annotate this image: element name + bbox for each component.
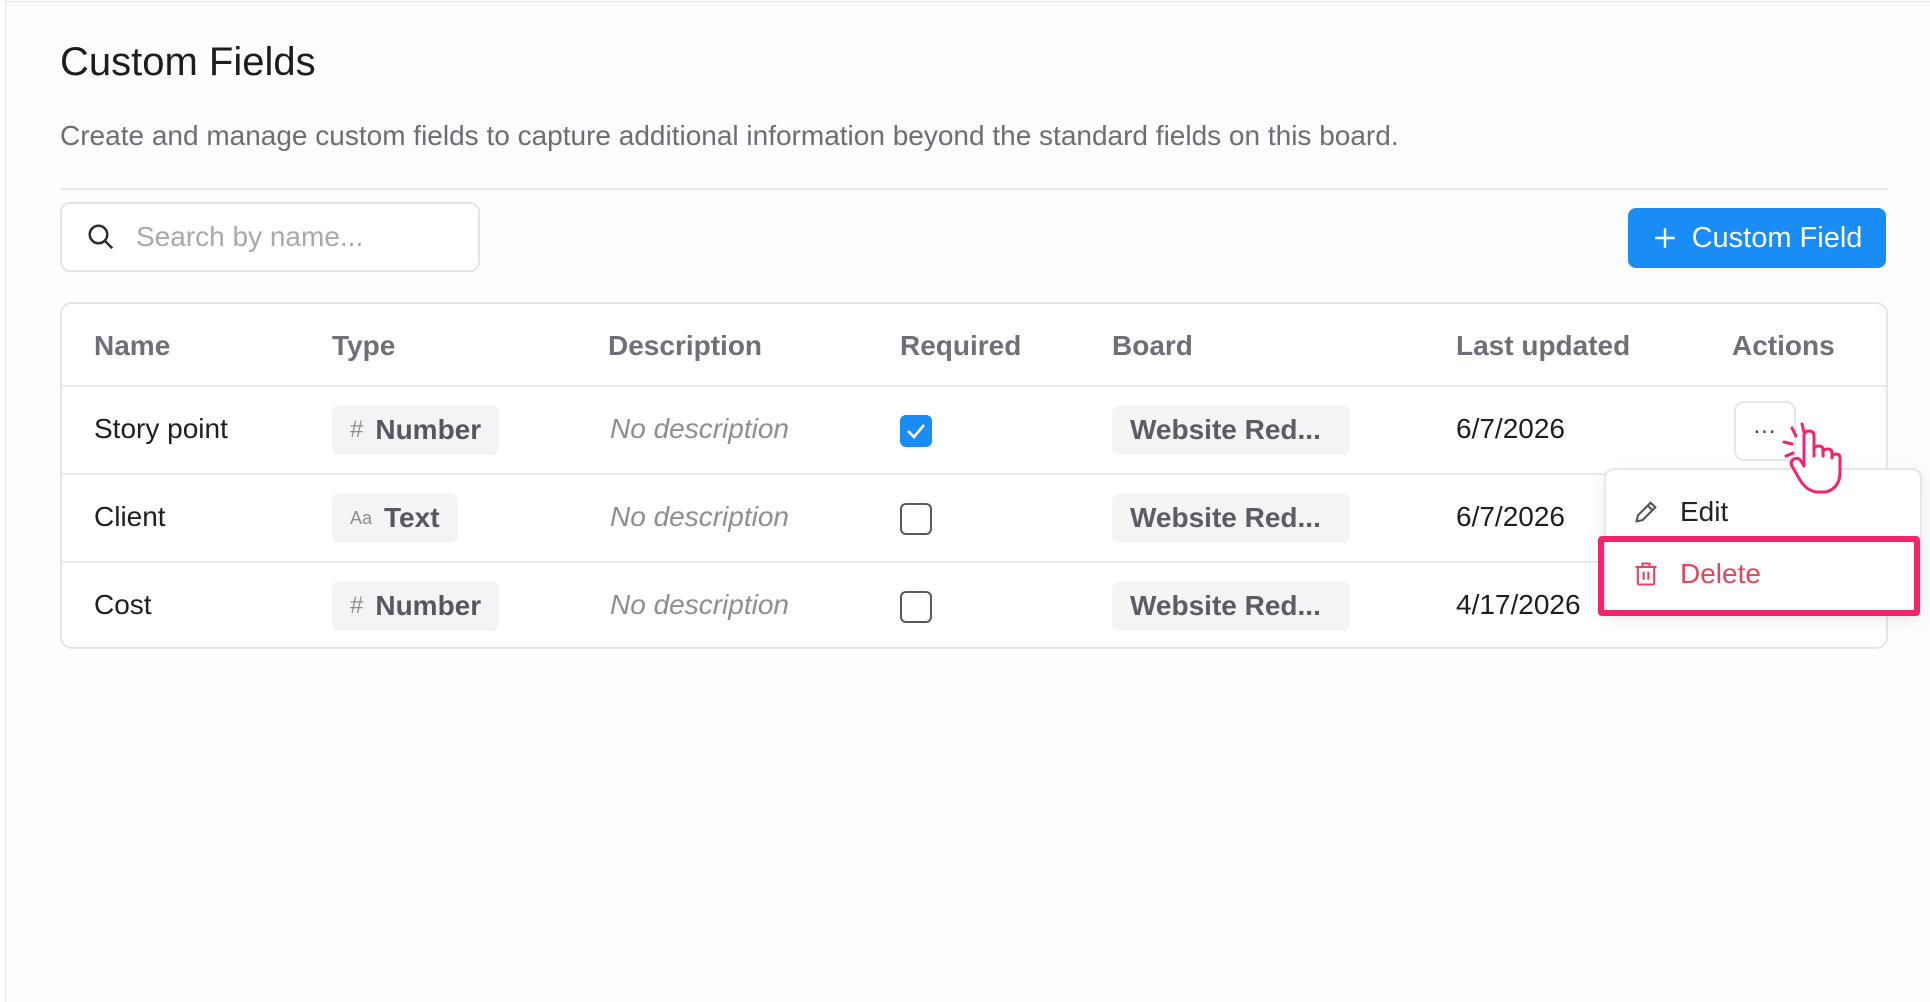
board-badge: Website Red... [1112, 405, 1350, 455]
table-row: Story point # Number No description Webs… [62, 387, 1886, 475]
type-label: Number [375, 414, 482, 445]
field-description: No description [610, 413, 789, 444]
number-type-icon: # [350, 416, 364, 443]
field-name: Client [94, 501, 166, 532]
required-checkbox[interactable] [900, 415, 932, 447]
header-name: Name [94, 330, 171, 361]
header-required: Required [900, 330, 1022, 361]
board-badge: Website Red... [1112, 493, 1350, 543]
type-badge: # Number [332, 405, 500, 455]
menu-item-edit-label: Edit [1680, 496, 1729, 527]
header-last-updated: Last updated [1456, 330, 1631, 361]
text-type-icon: Aa [350, 507, 373, 528]
hand-pointer-icon [1782, 422, 1842, 494]
last-updated: 6/7/2026 [1456, 501, 1565, 532]
header-type: Type [332, 330, 396, 361]
header-actions: Actions [1732, 330, 1835, 361]
field-description: No description [610, 501, 789, 532]
menu-item-edit[interactable]: Edit [1606, 484, 1920, 540]
required-checkbox[interactable] [900, 503, 932, 535]
field-description: No description [610, 589, 789, 620]
divider [60, 188, 1888, 190]
add-custom-field-label: Custom Field [1691, 221, 1863, 254]
type-label: Number [375, 590, 482, 621]
field-name: Cost [94, 589, 152, 620]
field-name: Story point [94, 413, 228, 444]
header-description: Description [608, 330, 763, 361]
delete-highlight-box [1598, 536, 1920, 616]
search-input[interactable] [134, 220, 438, 254]
table-header: Name Type Description Required Board Las… [62, 304, 1886, 387]
search-icon [88, 224, 114, 250]
header-board: Board [1112, 330, 1193, 361]
type-badge: Aa Text [332, 493, 458, 543]
custom-fields-panel: Custom Fields Create and manage custom f… [5, 1, 1930, 1002]
page-title: Custom Fields [60, 40, 316, 84]
board-badge: Website Red... [1112, 581, 1350, 631]
add-custom-field-button[interactable]: Custom Field [1628, 208, 1886, 268]
page-subtitle: Create and manage custom fields to captu… [60, 120, 1399, 151]
plus-icon [1654, 228, 1675, 248]
type-badge: # Number [332, 581, 500, 631]
required-checkbox[interactable] [900, 591, 932, 623]
search-box[interactable] [60, 202, 480, 272]
type-label: Text [384, 502, 440, 533]
checkmark-icon [907, 424, 925, 439]
last-updated: 4/17/2026 [1456, 589, 1581, 620]
last-updated: 6/7/2026 [1456, 413, 1565, 444]
pencil-icon [1635, 501, 1657, 523]
number-type-icon: # [350, 592, 364, 619]
